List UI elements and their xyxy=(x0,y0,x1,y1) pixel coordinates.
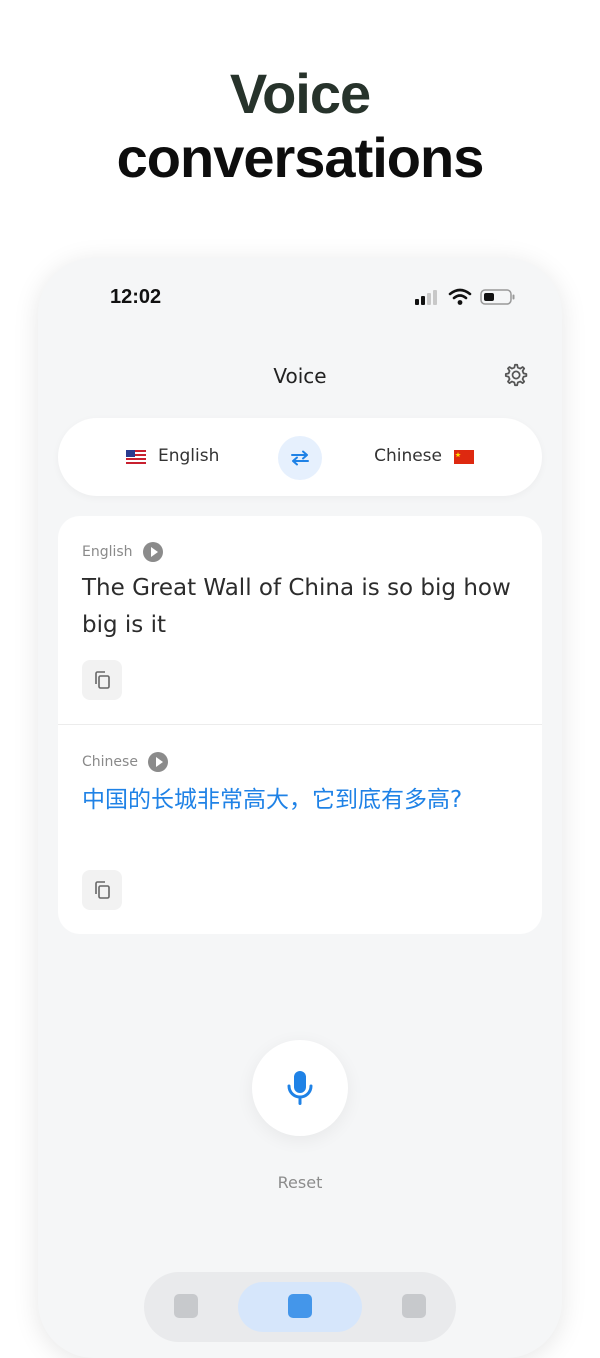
tab-bar xyxy=(144,1272,456,1342)
source-language-label: English xyxy=(158,446,220,466)
source-text: The Great Wall of China is so big how bi… xyxy=(82,575,511,638)
target-language-label: Chinese xyxy=(374,446,442,466)
swap-arrows-icon xyxy=(291,450,309,466)
promo-headline: Voice conversations xyxy=(0,62,600,190)
copy-icon xyxy=(95,671,110,689)
source-section-header: English xyxy=(82,542,163,562)
translation-card: English The Great Wall of China is so bi… xyxy=(58,516,542,934)
gear-icon[interactable] xyxy=(502,362,528,388)
tab-right-icon[interactable] xyxy=(402,1294,426,1318)
copy-source-button[interactable] xyxy=(82,660,122,700)
status-icons xyxy=(414,288,516,306)
headline-line-1: Voice xyxy=(229,62,371,125)
phone-screen: 12:02 Voice English Chinese English The … xyxy=(38,258,562,1358)
copy-target-button[interactable] xyxy=(82,870,122,910)
target-language-button[interactable]: Chinese xyxy=(374,446,474,466)
target-section-label: Chinese xyxy=(82,754,138,770)
language-selector: English Chinese xyxy=(58,418,542,496)
us-flag-icon xyxy=(126,449,146,464)
page-title: Voice xyxy=(273,364,327,388)
headline-line-2: conversations xyxy=(116,126,485,189)
battery-icon xyxy=(480,289,515,305)
microphone-icon xyxy=(287,1071,313,1105)
reset-button[interactable]: Reset xyxy=(38,1173,562,1192)
play-target-icon[interactable] xyxy=(147,752,168,772)
tab-voice-icon[interactable] xyxy=(288,1294,312,1318)
microphone-button[interactable] xyxy=(252,1040,348,1136)
play-source-icon[interactable] xyxy=(142,542,163,562)
copy-icon xyxy=(95,881,110,899)
tab-left-icon[interactable] xyxy=(174,1294,198,1318)
translated-text: 中国的长城非常高大，它到底有多高? xyxy=(82,787,463,813)
swap-languages-button[interactable] xyxy=(278,436,322,480)
divider xyxy=(58,724,542,725)
source-section-label: English xyxy=(82,544,133,560)
china-flag-icon xyxy=(454,449,474,464)
source-language-button[interactable]: English xyxy=(126,446,219,466)
status-time: 12:02 xyxy=(110,286,162,308)
wifi-icon xyxy=(448,288,472,305)
signal-icon xyxy=(415,290,437,305)
target-section-header: Chinese xyxy=(82,752,168,772)
